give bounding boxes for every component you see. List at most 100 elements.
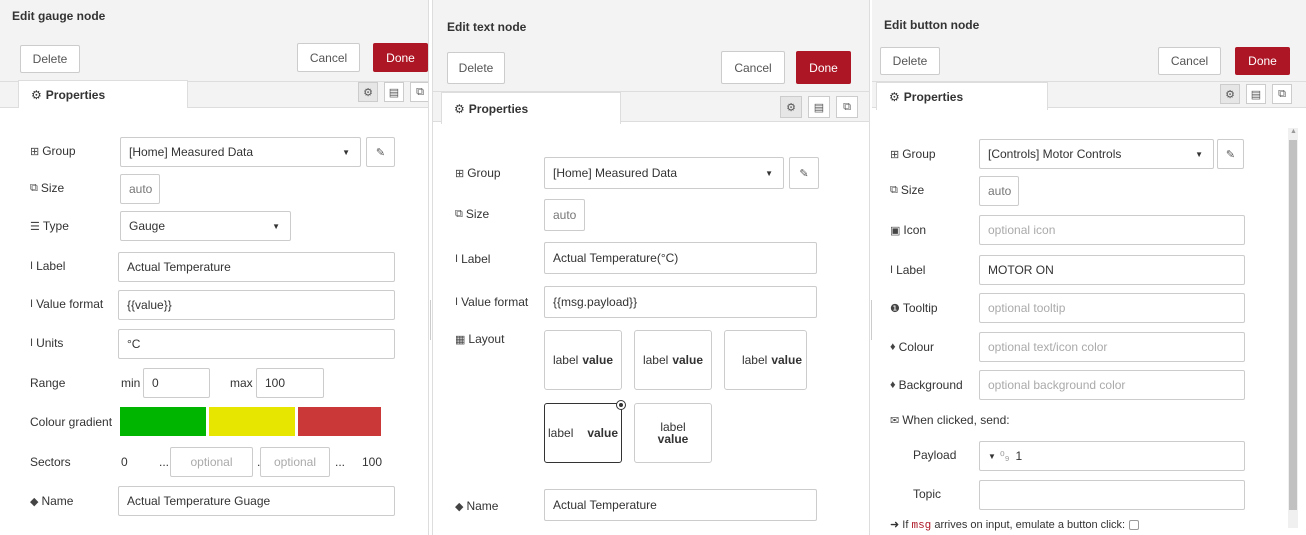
name-input[interactable]: Actual Temperature [544,489,817,521]
layout-option-5[interactable]: label value [634,403,712,463]
max-input[interactable]: 100 [256,368,324,398]
label-input[interactable]: Actual Temperature(°C) [544,242,817,274]
gradient-color-3[interactable] [298,407,381,436]
size-button[interactable]: auto [544,199,585,231]
tab-properties[interactable]: ⚙ Properties [18,80,188,108]
selected-radio-icon [616,400,626,410]
tab-properties[interactable]: ⚙ Properties [876,82,1048,110]
when-clicked-label: When clicked, send: [902,413,1010,427]
layout-option-2[interactable]: label value [634,330,712,390]
text-cursor-icon: I [30,337,34,349]
units-input[interactable]: °C [118,329,395,359]
footer-pre: If [902,519,909,531]
payload-input[interactable]: ▼ ⁰₉ 1 [979,441,1245,471]
sectors-label: Sectors [30,455,71,469]
background-input[interactable]: optional background color [979,370,1245,400]
chevron-down-icon: ▼ [988,451,996,461]
group-value: [Home] Measured Data [129,145,254,159]
value-format-label: Value format [461,295,529,309]
type-select[interactable]: Gauge ▼ [120,211,291,241]
name-input[interactable]: Actual Temperature Guage [118,486,395,516]
cancel-button[interactable]: Cancel [721,51,785,84]
gradient-color-1[interactable] [120,407,206,436]
colour-input[interactable]: optional text/icon color [979,332,1245,362]
edit-group-button[interactable]: ✎ [789,157,819,189]
tooltip-input[interactable]: optional tooltip [979,293,1245,323]
cancel-button[interactable]: Cancel [1158,47,1221,75]
done-button[interactable]: Done [796,51,851,84]
done-button[interactable]: Done [373,43,428,72]
splitter-grip [430,300,431,340]
gradient-color-2[interactable] [209,407,295,436]
name-label: Name [466,499,499,513]
group-select[interactable]: [Home] Measured Data ▼ [544,157,784,189]
payload-value: 1 [1015,449,1023,463]
description-icon[interactable]: ▤ [384,82,404,102]
appearance-icon[interactable]: ⧉ [836,96,858,118]
settings-gear-icon[interactable]: ⚙ [1220,84,1240,104]
sector-ellipsis: ... [159,455,170,469]
number-type-icon: ⁰₉ [999,449,1010,463]
icon-label: Icon [903,223,927,237]
sector-input-2[interactable]: optional [260,447,330,477]
label-input[interactable]: MOTOR ON [979,255,1245,285]
delete-button[interactable]: Delete [880,47,940,75]
delete-button[interactable]: Delete [20,45,80,73]
appearance-icon[interactable]: ⧉ [410,82,428,102]
edit-group-button[interactable]: ✎ [1217,139,1244,169]
range-label: Range [30,376,66,390]
appearance-icon[interactable]: ⧉ [1272,84,1292,104]
sector-ellipsis: ... [335,455,346,469]
size-label: Size [40,181,65,195]
sector-input-1[interactable]: optional [170,447,253,477]
value-format-input[interactable]: {{value}} [118,290,395,320]
gear-icon: ⚙ [31,87,42,102]
droplet-icon: ♦ [890,341,896,353]
topic-input[interactable] [979,480,1245,510]
value-format-label: Value format [36,297,104,311]
colour-label: Colour [898,340,934,354]
settings-gear-icon[interactable]: ⚙ [358,82,378,102]
edit-group-button[interactable]: ✎ [366,137,395,167]
layout-label: Layout [468,332,505,346]
max-label: max [230,376,253,390]
gauge-node-panel: Edit gauge node Delete Cancel Done ⚙ Prop… [0,0,428,535]
panel-title: Edit gauge node [12,9,106,23]
tab-label: Properties [903,89,964,104]
size-button[interactable]: auto [979,176,1019,206]
group-select[interactable]: [Controls] Motor Controls ▼ [979,139,1214,169]
gear-icon: ⚙ [889,89,900,104]
label-input[interactable]: Actual Temperature [118,252,395,282]
layout-option-1[interactable]: label value [544,330,622,390]
layout-value-text: value [582,353,614,367]
layout-option-3[interactable]: label value [724,330,807,390]
units-label: Units [36,336,64,350]
table-icon: ⊞ [890,148,900,161]
delete-button[interactable]: Delete [447,52,505,84]
size-button[interactable]: auto [120,174,160,204]
label-label: Label [896,263,926,277]
tab-properties[interactable]: ⚙ Properties [441,92,621,124]
description-icon[interactable]: ▤ [1246,84,1266,104]
cancel-button[interactable]: Cancel [297,43,360,72]
min-input[interactable]: 0 [143,368,210,398]
value-format-input[interactable]: {{msg.payload}} [544,286,817,318]
description-icon[interactable]: ▤ [808,96,830,118]
layout-option-4[interactable]: label value [544,403,622,463]
group-select[interactable]: [Home] Measured Data ▼ [120,137,361,167]
min-label: min [121,376,141,390]
emulate-click-checkbox[interactable] [1129,520,1140,531]
icon-input[interactable]: optional icon [979,215,1245,245]
tab-label: Properties [468,101,529,116]
chevron-down-icon: ▼ [765,168,773,178]
scrollbar[interactable]: ▲ [1288,128,1298,528]
layout-label-text: label [552,353,579,367]
scrollbar-thumb[interactable] [1289,140,1297,510]
text-cursor-icon: I [455,296,459,308]
scroll-up-icon[interactable]: ▲ [1290,128,1297,135]
panel-title: Edit button node [884,18,980,32]
settings-gear-icon[interactable]: ⚙ [780,96,802,118]
layout-label-text: label [548,426,574,440]
done-button[interactable]: Done [1235,47,1290,75]
layout-value-text: value [657,432,689,446]
